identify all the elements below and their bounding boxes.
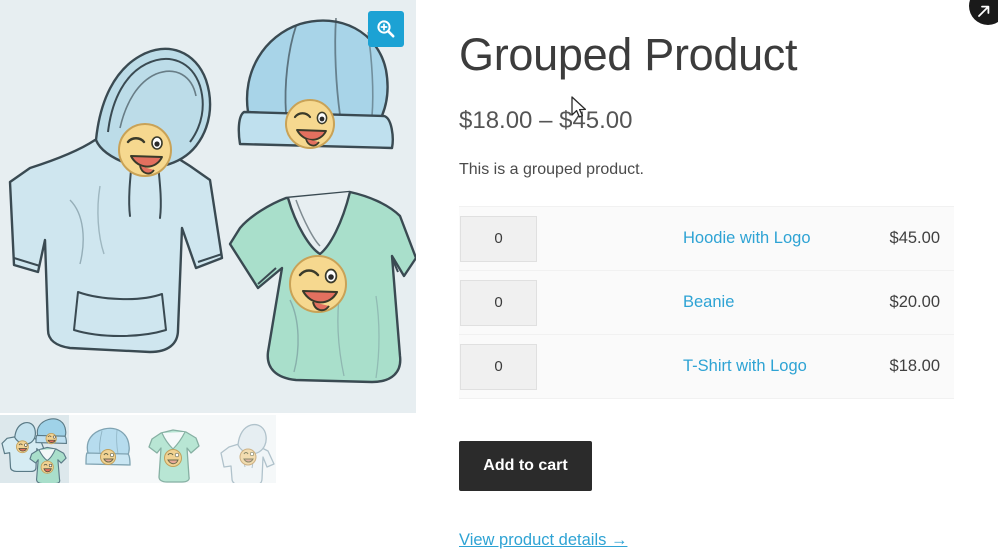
gallery-thumbnail-strip [0,415,277,483]
table-row: Beanie $20.00 [459,270,954,335]
price-value: $18.00 [889,357,940,375]
quantity-input[interactable] [460,279,537,326]
product-price-cell: $18.00 [872,334,954,399]
product-link[interactable]: Hoodie with Logo [683,229,811,247]
grouped-products-thumbnail-icon [1,418,67,483]
price-value: $45.00 [889,229,940,247]
quantity-cell [459,334,579,399]
thumbnail-grouped-products[interactable] [0,415,69,483]
product-link[interactable]: T-Shirt with Logo [683,357,807,375]
main-product-image[interactable] [0,0,416,413]
table-row: T-Shirt with Logo $18.00 [459,334,954,399]
price-value: $20.00 [889,293,940,311]
product-price-cell: $20.00 [872,270,954,335]
grouped-products-table: Hoodie with Logo $45.00 Beanie $20.00 [459,206,954,399]
product-summary: Grouped Product $18.00 – $45.00 This is … [459,0,954,558]
thumbnail-hoodie[interactable] [207,415,276,483]
tshirt-thumbnail-icon [148,429,200,483]
product-price-range: $18.00 – $45.00 [459,107,633,134]
thumbnail-tshirt[interactable] [138,415,207,483]
table-row: Hoodie with Logo $45.00 [459,206,954,271]
view-product-details-link[interactable]: View product details → [459,531,627,550]
product-price-cell: $45.00 [872,206,954,271]
quantity-input[interactable] [460,343,537,390]
corner-overlay-badge[interactable] [969,0,998,25]
hoodie-thumbnail-icon [220,423,275,483]
product-short-description: This is a grouped product. [459,161,644,178]
magnifier-plus-icon [377,20,395,38]
product-link[interactable]: Beanie [683,293,734,311]
arrow-up-right-icon [978,5,990,17]
zoom-image-button[interactable] [368,11,404,47]
page-title: Grouped Product [459,29,798,80]
quantity-cell [459,206,579,271]
grouped-products-illustration [0,0,416,413]
quantity-input[interactable] [460,215,537,262]
product-label-cell: Hoodie with Logo [579,206,873,271]
product-gallery [0,0,416,558]
product-label-cell: Beanie [579,270,873,335]
quantity-cell [459,270,579,335]
beanie-thumbnail-icon [85,427,131,466]
add-to-cart-button[interactable]: Add to cart [459,441,592,491]
thumbnail-beanie[interactable] [69,415,138,483]
grouped-products-table-body: Hoodie with Logo $45.00 Beanie $20.00 [459,206,954,399]
product-label-cell: T-Shirt with Logo [579,334,873,399]
